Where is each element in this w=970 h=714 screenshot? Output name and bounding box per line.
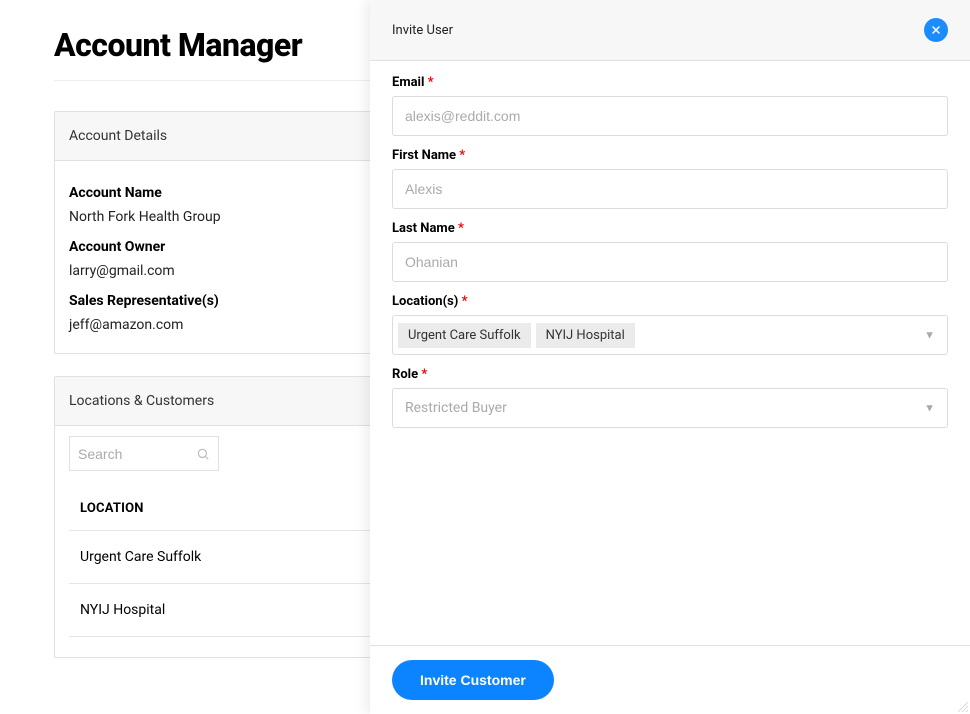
panel-header: Invite User xyxy=(370,0,970,61)
invite-user-panel: Invite User Email * First Name * Last Na… xyxy=(370,0,970,714)
search-wrapper[interactable] xyxy=(69,436,219,471)
role-label: Role * xyxy=(392,367,948,382)
role-value: Restricted Buyer xyxy=(405,400,507,416)
search-input[interactable] xyxy=(78,446,196,462)
location-chip[interactable]: NYIJ Hospital xyxy=(536,323,635,348)
chevron-down-icon: ▼ xyxy=(924,402,935,415)
locations-select[interactable]: Urgent Care Suffolk NYIJ Hospital ▼ xyxy=(392,315,948,355)
resize-handle-icon xyxy=(956,700,968,712)
last-name-label: Last Name * xyxy=(392,221,948,236)
locations-label: Location(s) * xyxy=(392,294,948,309)
close-icon xyxy=(930,24,942,36)
chevron-down-icon: ▼ xyxy=(924,329,935,342)
panel-footer: Invite Customer xyxy=(370,645,970,714)
last-name-field[interactable] xyxy=(392,242,948,282)
role-select[interactable]: Restricted Buyer ▼ xyxy=(392,388,948,428)
invite-customer-button[interactable]: Invite Customer xyxy=(392,660,554,700)
search-icon xyxy=(196,447,210,461)
first-name-label: First Name * xyxy=(392,148,948,163)
email-field[interactable] xyxy=(392,96,948,136)
panel-title: Invite User xyxy=(392,23,453,38)
first-name-field[interactable] xyxy=(392,169,948,209)
panel-body: Email * First Name * Last Name * Locatio… xyxy=(370,61,970,645)
email-label: Email * xyxy=(392,75,948,90)
close-button[interactable] xyxy=(924,18,948,42)
location-chip[interactable]: Urgent Care Suffolk xyxy=(398,323,531,348)
